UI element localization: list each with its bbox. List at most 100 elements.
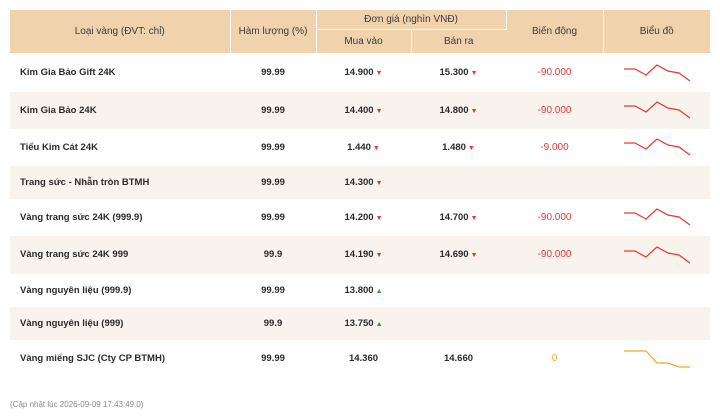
table-body: Kim Gia Bảo Gift 24K 99.99 14.900 ▼ 15.300 ▼ -… (10, 54, 711, 378)
gold-type-name: Vàng trang sức 24K 999 (20, 249, 129, 260)
table-row: Vàng nguyên liệu (999.9) 99.99 13.800 ▲ (10, 274, 710, 307)
purity-value: 99.99 (261, 104, 285, 116)
cell-sell: 14.690 ▼ (411, 235, 507, 274)
cell-name: Kim Gia Bảo Gift 24K (10, 54, 230, 92)
cell-name: Vàng trang sức 24K 999 (10, 235, 230, 274)
cell-sparkline (603, 91, 711, 129)
sparkline-chart (623, 349, 690, 368)
down-arrow-icon: ▼ (375, 214, 383, 222)
down-arrow-icon: ▼ (470, 252, 478, 259)
cell-sell (411, 306, 507, 340)
header-chart: Biểu đồ (603, 10, 711, 54)
gold-type-name: Trang sức - Nhẫn tròn BTMH (20, 176, 150, 188)
cell-purity: 99.99 (230, 129, 316, 166)
cell-name: Trang sức - Nhẫn tròn BTMH (10, 165, 230, 199)
sparkline-path (623, 208, 690, 226)
cell-sell: 1.480 ▼ (411, 129, 506, 166)
buy-price: 14.300 (344, 176, 374, 188)
table-header: Loại vàng (ĐVT: chỉ) Hàm lượng (%) Đơn g… (10, 10, 711, 54)
buy-price: 1.440 (347, 141, 371, 153)
sell-price: 14.800 (439, 104, 469, 116)
cell-buy: 14.300 ▼ (316, 165, 411, 199)
down-arrow-icon: ▼ (470, 70, 478, 78)
cell-change (506, 274, 603, 307)
sparkline-chart (623, 64, 690, 82)
sparkline-path (623, 349, 690, 368)
purity-value: 99.9 (263, 249, 283, 260)
cell-name: Kim Gia Bảo 24K (10, 91, 230, 129)
purity-value: 99.99 (261, 211, 285, 223)
cell-sparkline (603, 235, 711, 274)
header-buy: Mua vào (316, 29, 412, 54)
gold-type-name: Kim Gia Bảo Gift 24K (20, 67, 116, 79)
table-row: Vàng trang sức 24K (999.9) 99.99 14.200 ▼ 14… (10, 199, 710, 236)
header-change: Biến động (506, 10, 604, 54)
buy-price: 14.360 (348, 353, 379, 364)
cell-name: Vàng miếng SJC (Cty CP BTMH) (10, 340, 230, 378)
cell-purity: 99.99 (230, 54, 316, 92)
change-value: -90.000 (537, 67, 572, 79)
cell-change: -9.000 (506, 129, 603, 166)
cell-change: -90.000 (506, 54, 603, 92)
change-value: -90.000 (537, 211, 572, 223)
cell-change: -90.000 (506, 235, 604, 274)
table-row: Kim Gia Bảo 24K 99.99 14.400 ▼ 14.800 ▼ -90.00… (10, 91, 711, 129)
header-type: Loại vàng (ĐVT: chỉ) (10, 10, 231, 54)
table-row: Kim Gia Bảo Gift 24K 99.99 14.900 ▼ 15.300 ▼ -… (10, 54, 710, 92)
sparkline-chart (623, 208, 690, 226)
up-arrow-icon: ▲ (375, 320, 383, 328)
sell-price: 14.690 (439, 249, 469, 260)
cell-sell: 14.700 ▼ (411, 199, 506, 236)
sparkline-path (623, 101, 690, 119)
cell-buy: 1.440 ▼ (316, 129, 411, 166)
cell-buy: 13.750 ▲ (316, 306, 411, 340)
cell-change: -90.000 (506, 91, 604, 129)
table-row: Vàng miếng SJC (Cty CP BTMH) 99.99 14.360 1… (10, 340, 710, 378)
buy-price: 13.750 (344, 317, 374, 329)
down-arrow-icon: ▼ (470, 214, 478, 222)
cell-change: -90.000 (506, 199, 603, 236)
down-arrow-icon: ▼ (375, 179, 383, 187)
buy-price: 14.200 (344, 211, 374, 223)
cell-sparkline (603, 274, 710, 307)
buy-price: 14.190 (344, 249, 374, 260)
buy-price: 14.400 (344, 104, 374, 116)
sparkline-path (623, 245, 690, 263)
cell-purity: 99.99 (230, 274, 316, 307)
cell-buy: 14.360 (316, 340, 411, 378)
purity-value: 99.99 (261, 67, 285, 79)
cell-name: Vàng nguyên liệu (999.9) (10, 274, 230, 307)
cell-purity: 99.99 (230, 199, 316, 236)
cell-sparkline (603, 340, 710, 378)
gold-price-table-container: Loại vàng (ĐVT: chỉ) Hàm lượng (%) Đơn g… (10, 10, 711, 378)
cell-change (506, 165, 604, 199)
cell-change: 0 (506, 340, 603, 378)
purity-value: 99.9 (263, 317, 283, 329)
cell-sell: 14.660 (411, 340, 506, 378)
cell-buy: 14.900 ▼ (316, 54, 411, 92)
table-row: Tiểu Kim Cát 24K 99.99 1.440 ▼ 1.480 ▼ -9.000 (10, 129, 710, 166)
up-arrow-icon: ▲ (375, 287, 383, 295)
sparkline-chart (623, 101, 690, 119)
cell-sparkline (603, 129, 710, 166)
change-value: -90.000 (537, 249, 572, 260)
purity-value: 99.99 (261, 141, 285, 153)
cell-buy: 14.190 ▼ (316, 235, 411, 274)
cell-sell: 14.800 ▼ (411, 91, 507, 129)
purity-value: 99.99 (261, 284, 285, 296)
header-purity: Hàm lượng (%) (230, 10, 317, 54)
cell-purity: 99.99 (230, 340, 316, 378)
change-value: 0 (551, 353, 558, 364)
sell-price: 14.660 (443, 353, 474, 364)
change-value: -90.000 (537, 104, 572, 116)
cell-buy: 13.800 ▲ (316, 274, 411, 307)
cell-purity: 99.99 (230, 91, 316, 129)
table-row: Vàng trang sức 24K 999 99.9 14.190 ▼ 14.690 ▼… (10, 235, 711, 274)
update-timestamp: (Cập nhật lúc 2026-09-09 17:43:49.0) (10, 400, 144, 409)
down-arrow-icon: ▼ (375, 70, 383, 78)
gold-type-name: Vàng miếng SJC (Cty CP BTMH) (20, 353, 165, 364)
sell-price: 14.700 (439, 211, 469, 223)
sparkline-chart (623, 138, 690, 156)
cell-name: Vàng trang sức 24K (999.9) (10, 199, 230, 236)
sparkline-path (623, 64, 690, 82)
